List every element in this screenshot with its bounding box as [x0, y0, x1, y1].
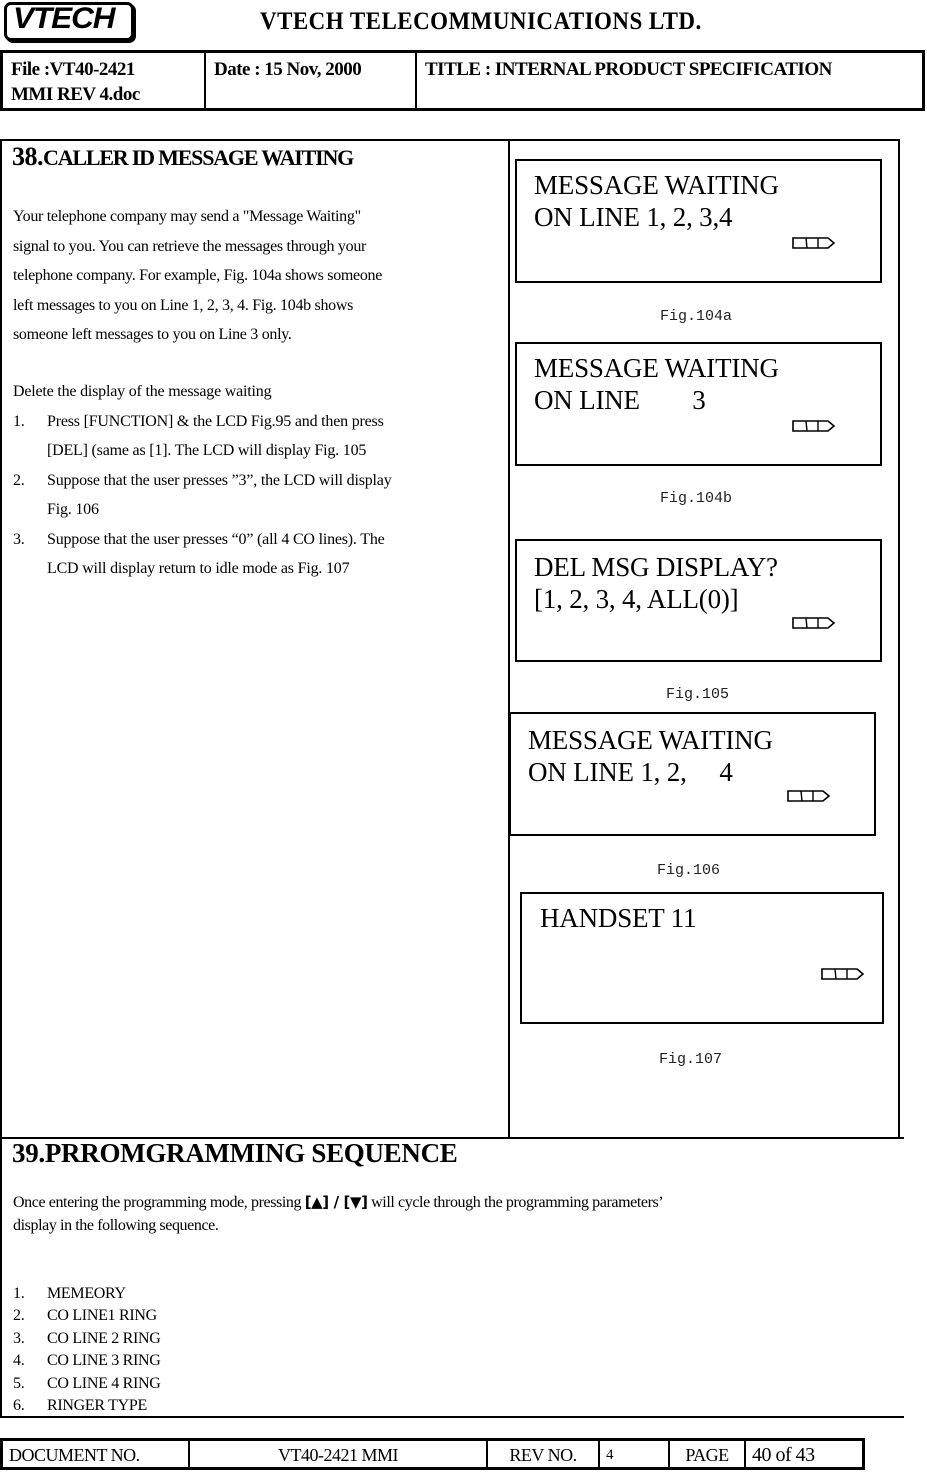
lcd-line-2: [1, 2, 3, 4, ALL(0)]	[534, 584, 739, 614]
battery-icon	[787, 790, 831, 802]
step-line: Fig. 106	[47, 501, 99, 518]
lcd-display-fig106: MESSAGE WAITING ON LINE 1, 2, 4	[509, 712, 876, 836]
list-item: 5. CO LINE 4 RING	[13, 1373, 161, 1395]
figure-caption: Fig.107	[659, 1051, 723, 1068]
item-number: 3.	[13, 1329, 25, 1347]
revision-value: 4	[600, 1441, 670, 1467]
item-number: 5.	[13, 1374, 25, 1392]
lcd-line-1: MESSAGE WAITING	[534, 353, 779, 383]
step-item: 2. Suppose that the user presses ”3”, th…	[13, 466, 392, 525]
intro-line-1: Once entering the programming mode, pres…	[13, 1191, 664, 1214]
paragraph-line: left messages to you on Line 1, 2, 3, 4.…	[13, 296, 354, 314]
logo-text: VTECH	[13, 2, 116, 35]
battery-icon	[792, 237, 836, 249]
lcd-display-fig104b: MESSAGE WAITING ON LINE 3	[515, 342, 882, 466]
step-number: 3.	[13, 530, 25, 548]
lcd-line-1: HANDSET 11	[540, 903, 697, 933]
figure-caption: Fig.105	[666, 686, 730, 703]
company-name: VTECH TELECOMMUNICATIONS LTD.	[260, 8, 702, 35]
list-item: 4. CO LINE 3 RING	[13, 1350, 161, 1372]
item-label: MEMEORY	[47, 1285, 126, 1302]
list-item: 1. MEMEORY	[13, 1283, 161, 1305]
paragraph-line: Your telephone company may send a "Messa…	[13, 208, 361, 225]
paragraph-line: someone left messages to you on Line 3 o…	[13, 326, 292, 343]
figure-caption: Fig.104a	[660, 308, 733, 325]
battery-icon	[821, 968, 865, 980]
battery-icon	[792, 420, 836, 432]
key-separator: /	[328, 1193, 344, 1211]
file-name-line1: File :VT40-2421	[11, 59, 135, 80]
section-38-title-text: CALLER ID MESSAGE WAITING	[43, 145, 354, 170]
lcd-line-2: ON LINE 3	[534, 385, 706, 415]
lcd-line-1: MESSAGE WAITING	[528, 725, 773, 755]
programming-sequence-list: 1. MEMEORY 2. CO LINE1 RING 3. CO LINE 2 RI…	[13, 1283, 161, 1417]
delete-instructions: Delete the display of the message waitin…	[13, 377, 392, 584]
date-cell: Date : 15 Nov, 2000	[206, 53, 417, 108]
list-item: 6. RINGER TYPE	[13, 1395, 161, 1417]
lcd-display-fig105: DEL MSG DISPLAY? [1, 2, 3, 4, ALL(0)]	[515, 539, 882, 662]
lcd-line-2: ON LINE 1, 2, 3,4	[534, 202, 733, 232]
down-arrow-key-icon: [▼]	[343, 1193, 368, 1211]
header-table: File :VT40-2421 MMI REV 4.doc Date : 15 …	[0, 50, 925, 111]
up-arrow-key-icon: [▲]	[304, 1193, 329, 1211]
section-39-title: 39.PRROMGRAMMING SEQUENCE	[12, 1138, 458, 1168]
revision-label: REV NO.	[488, 1441, 600, 1467]
item-number: 1.	[13, 1285, 25, 1302]
step-item: 1. Press [FUNCTION] & the LCD Fig.95 and…	[13, 407, 392, 466]
intro-text: Once entering the programming mode, pres…	[13, 1194, 305, 1211]
footer-table: DOCUMENT NO. VT40-2421 MMI REV NO. 4 PAG…	[0, 1438, 865, 1470]
step-line: Suppose that the user presses ”3”, the L…	[47, 471, 392, 489]
section-38-title: 38.CALLER ID MESSAGE WAITING	[12, 142, 354, 172]
figure-caption: Fig.106	[657, 862, 721, 879]
battery-icon	[792, 617, 836, 629]
section-39-intro: Once entering the programming mode, pres…	[13, 1191, 664, 1237]
step-line: Suppose that the user presses “0” (all 4…	[47, 530, 385, 548]
page-label: PAGE	[670, 1441, 746, 1467]
document-number-value: VT40-2421 MMI	[190, 1441, 488, 1467]
item-number: 6.	[13, 1397, 25, 1415]
intro-line-2: display in the following sequence.	[13, 1217, 219, 1234]
file-cell: File :VT40-2421 MMI REV 4.doc	[3, 53, 206, 108]
intro-text: will cycle through the programming param…	[367, 1194, 664, 1211]
step-line: Press [FUNCTION] & the LCD Fig.95 and th…	[47, 412, 384, 430]
step-item: 3. Suppose that the user presses “0” (al…	[13, 525, 392, 584]
section-38-number: 38.	[12, 142, 44, 171]
column-divider	[508, 139, 510, 1138]
list-item: 2. CO LINE1 RING	[13, 1305, 161, 1327]
list-item: 3. CO LINE 2 RING	[13, 1328, 161, 1350]
item-number: 4.	[13, 1352, 25, 1370]
title-cell: TITLE : INTERNAL PRODUCT SPECIFICATION	[425, 59, 832, 80]
step-number: 1.	[13, 412, 25, 430]
figure-caption: Fig.104b	[660, 490, 733, 507]
vtech-logo: VTECH	[4, 2, 134, 41]
item-label: CO LINE 4 RING	[47, 1374, 161, 1392]
step-number: 2.	[13, 471, 25, 489]
delete-heading: Delete the display of the message waitin…	[13, 383, 272, 400]
step-line: LCD will display return to idle mode as …	[47, 560, 350, 577]
section-38-paragraph: Your telephone company may send a "Messa…	[13, 202, 382, 350]
item-label: RINGER TYPE	[47, 1397, 147, 1415]
lcd-line-1: DEL MSG DISPLAY?	[534, 552, 778, 582]
paragraph-line: telephone company. For example, Fig. 104…	[13, 267, 383, 284]
step-line: [DEL] (same as [1]. The LCD will display…	[47, 442, 367, 459]
item-label: CO LINE 3 RING	[47, 1352, 161, 1370]
paragraph-line: signal to you. You can retrieve the mess…	[13, 237, 367, 255]
document-number-label: DOCUMENT NO.	[3, 1441, 190, 1467]
item-label: CO LINE1 RING	[47, 1307, 157, 1325]
item-label: CO LINE 2 RING	[47, 1329, 161, 1347]
item-number: 2.	[13, 1307, 25, 1325]
file-name-line2: MMI REV 4.doc	[11, 84, 140, 105]
lcd-line-1: MESSAGE WAITING	[534, 170, 779, 200]
page-value: 40 of 43	[752, 1444, 815, 1466]
lcd-display-fig107: HANDSET 11	[520, 892, 884, 1024]
lcd-display-fig104a: MESSAGE WAITING ON LINE 1, 2, 3,4	[515, 159, 882, 283]
lcd-line-2: ON LINE 1, 2, 4	[528, 757, 733, 787]
